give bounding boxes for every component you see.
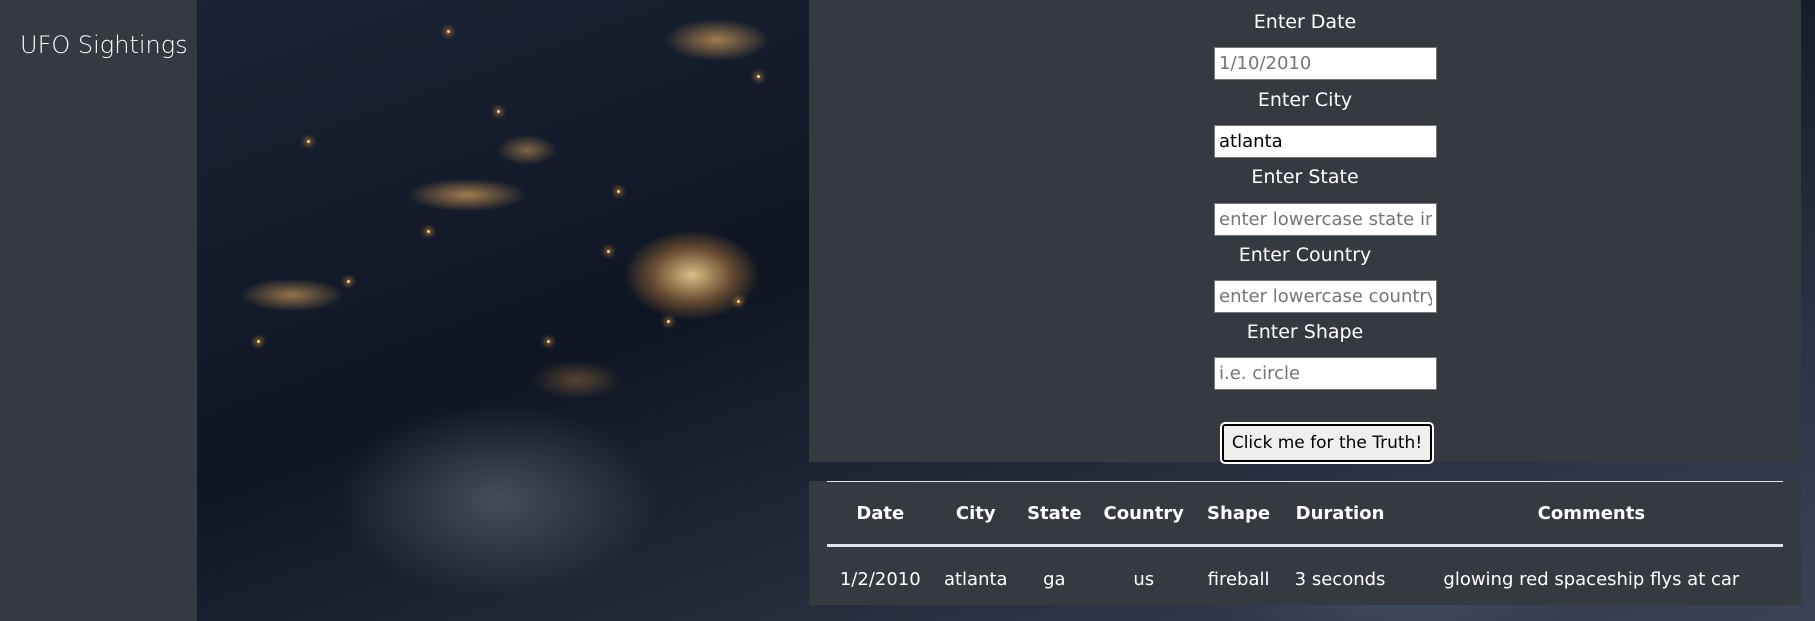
shape-label: Enter Shape [1246, 321, 1364, 343]
country-label: Enter Country [1238, 244, 1372, 266]
navbar: UFO Sightings [0, 0, 197, 621]
navbar-brand[interactable]: UFO Sightings [20, 31, 188, 59]
state-label: Enter State [1251, 166, 1359, 188]
filter-form: Enter Date Enter City Enter State Enter … [809, 0, 1801, 462]
cell-date: 1/2/2010 [839, 568, 921, 590]
country-input[interactable] [1214, 280, 1437, 313]
cell-state: ga [1043, 568, 1066, 590]
cell-comments: glowing red spaceship flys at car [1443, 568, 1740, 590]
cell-city: atlanta [943, 568, 1008, 590]
city-label: Enter City [1257, 89, 1353, 111]
shape-input[interactable] [1214, 357, 1437, 390]
header-date: Date [827, 482, 934, 547]
header-city: City [933, 482, 1018, 547]
sightings-table-panel: Date City State Country Shape Duration C… [809, 481, 1801, 605]
cell-duration: 3 seconds [1294, 568, 1386, 590]
sightings-table: Date City State Country Shape Duration C… [827, 482, 1783, 611]
header-country: Country [1090, 482, 1197, 547]
table-header-row: Date City State Country Shape Duration C… [827, 482, 1783, 547]
cell-shape: fireball [1207, 568, 1270, 590]
date-input[interactable] [1214, 47, 1437, 80]
table-row: 1/2/2010 atlanta ga us fireball 3 second… [827, 546, 1783, 612]
filter-submit-button[interactable]: Click me for the Truth! [1222, 424, 1432, 462]
cell-country: us [1133, 568, 1155, 590]
header-state: State [1017, 482, 1091, 547]
state-input[interactable] [1214, 203, 1437, 236]
city-input[interactable] [1214, 125, 1437, 158]
header-shape: Shape [1196, 482, 1281, 547]
header-comments: Comments [1399, 482, 1783, 547]
header-duration: Duration [1280, 482, 1400, 547]
date-label: Enter Date [1253, 11, 1357, 33]
